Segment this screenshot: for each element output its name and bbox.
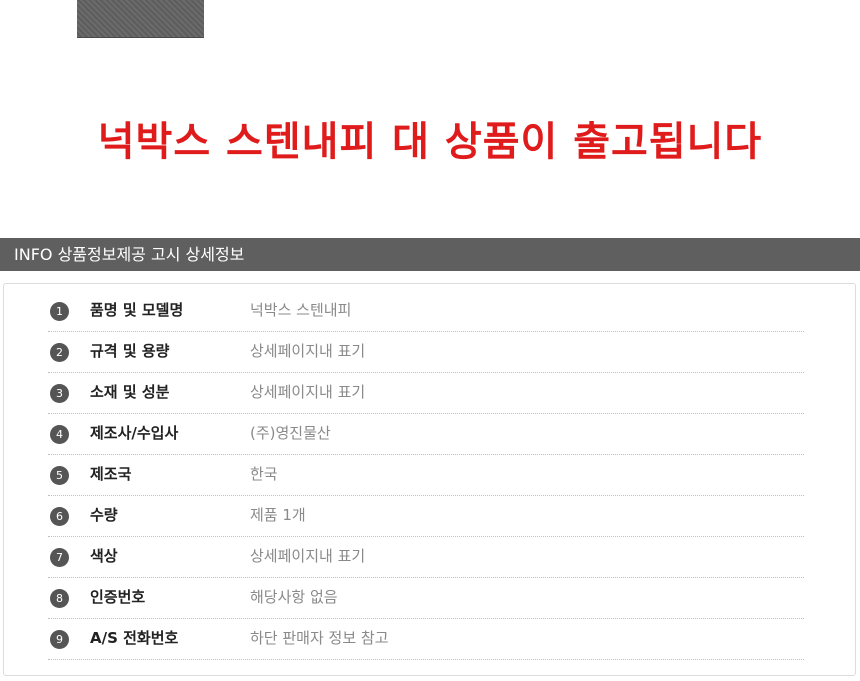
row-value: 제품 1개 xyxy=(250,506,306,524)
info-row: 6 수량 제품 1개 xyxy=(48,496,804,537)
row-label: 제조사/수입사 xyxy=(90,424,179,442)
row-number-badge: 8 xyxy=(50,589,69,608)
row-value: 상세페이지내 표기 xyxy=(250,383,366,401)
row-label: 인증번호 xyxy=(90,588,146,606)
row-number-badge: 4 xyxy=(50,425,69,444)
row-label: 제조국 xyxy=(90,465,132,483)
row-value: 하단 판매자 정보 참고 xyxy=(250,629,389,647)
row-number-badge: 2 xyxy=(50,343,69,362)
info-row: 4 제조사/수입사 (주)영진물산 xyxy=(48,414,804,455)
row-value: 상세페이지내 표기 xyxy=(250,342,366,360)
row-label: 품명 및 모델명 xyxy=(90,301,184,319)
row-label: 규격 및 용량 xyxy=(90,342,170,360)
row-number-badge: 6 xyxy=(50,507,69,526)
row-number-badge: 3 xyxy=(50,384,69,403)
row-label: 소재 및 성분 xyxy=(90,383,170,401)
info-row: 5 제조국 한국 xyxy=(48,455,804,496)
row-label: 수량 xyxy=(90,506,118,524)
row-label: 색상 xyxy=(90,547,118,565)
info-row: 2 규격 및 용량 상세페이지내 표기 xyxy=(48,332,804,373)
row-value: 해당사항 없음 xyxy=(250,588,338,606)
info-row: 9 A/S 전화번호 하단 판매자 정보 참고 xyxy=(48,619,804,660)
row-label: A/S 전화번호 xyxy=(90,629,179,647)
row-number-badge: 1 xyxy=(50,302,69,321)
info-row: 3 소재 및 성분 상세페이지내 표기 xyxy=(48,373,804,414)
row-number-badge: 9 xyxy=(50,630,69,649)
info-bar-title: INFO 상품정보제공 고시 상세정보 xyxy=(0,238,860,271)
shipping-headline: 넉박스 스텐내피 대 상품이 출고됩니다 xyxy=(97,119,763,165)
info-row: 8 인증번호 해당사항 없음 xyxy=(48,578,804,619)
row-value: 넉박스 스텐내피 xyxy=(250,301,352,319)
row-number-badge: 7 xyxy=(50,548,69,567)
row-value: (주)영진물산 xyxy=(250,424,331,442)
info-row: 1 품명 및 모델명 넉박스 스텐내피 xyxy=(48,291,804,332)
product-photo xyxy=(77,0,204,38)
row-value: 한국 xyxy=(250,465,278,483)
row-value: 상세페이지내 표기 xyxy=(250,547,366,565)
info-row: 7 색상 상세페이지내 표기 xyxy=(48,537,804,578)
row-number-badge: 5 xyxy=(50,466,69,485)
